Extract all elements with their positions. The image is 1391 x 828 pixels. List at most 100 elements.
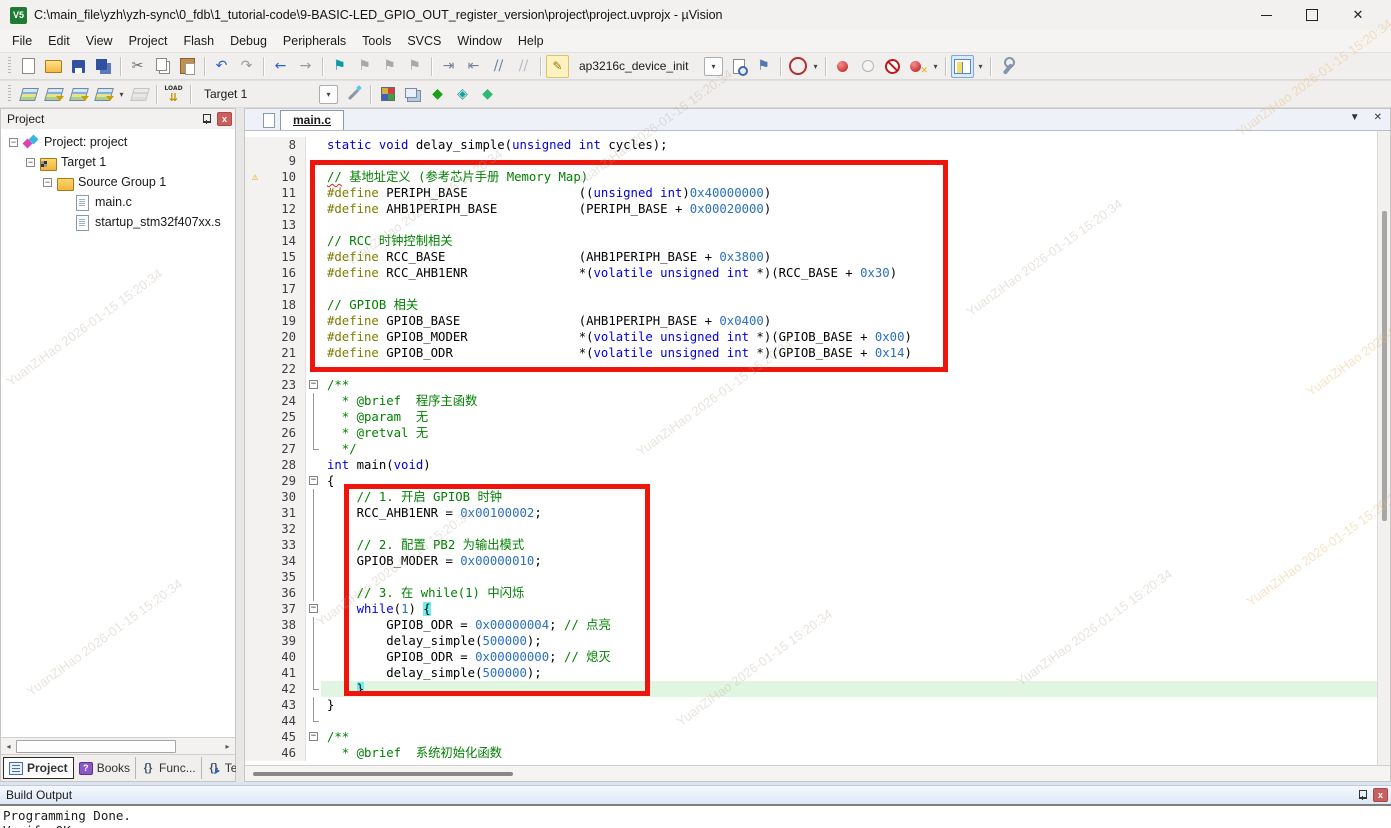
editor-hscroll-thumb[interactable] bbox=[253, 772, 513, 776]
tree-item-main-c[interactable]: main.c bbox=[1, 192, 235, 212]
code-line-39[interactable]: 39 delay_simple(500000); bbox=[245, 633, 1377, 649]
code-text[interactable]: delay_simple(500000); bbox=[321, 633, 1377, 649]
code-text[interactable]: #define GPIOB_ODR *(volatile unsigned in… bbox=[321, 345, 1377, 361]
dropdown-caret-icon[interactable]: ▾ bbox=[810, 56, 821, 77]
fold-margin[interactable]: − bbox=[305, 473, 321, 489]
manage-items-icon[interactable] bbox=[401, 83, 424, 106]
fold-margin[interactable]: − bbox=[305, 729, 321, 745]
code-text[interactable] bbox=[321, 153, 1377, 169]
fold-collapse-icon[interactable]: − bbox=[309, 380, 318, 389]
bookmark-prev-icon[interactable]: ⚑ bbox=[353, 55, 376, 78]
breakpoint-disable-all-icon[interactable] bbox=[881, 55, 904, 78]
fold-collapse-icon[interactable]: − bbox=[309, 732, 318, 741]
target-select[interactable]: Target 1▾ bbox=[198, 84, 338, 104]
code-text[interactable]: static void delay_simple(unsigned int cy… bbox=[321, 137, 1377, 153]
code-text[interactable]: * @brief 程序主函数 bbox=[321, 393, 1377, 409]
stop-build-icon[interactable] bbox=[128, 83, 151, 106]
indent-icon[interactable]: ⇥ bbox=[437, 55, 460, 78]
function-search-value[interactable]: ap3216c_device_init bbox=[573, 59, 704, 73]
batch-build-icon[interactable] bbox=[92, 83, 115, 106]
forward-icon[interactable]: → bbox=[294, 55, 317, 78]
menu-help[interactable]: Help bbox=[510, 32, 552, 50]
code-line-32[interactable]: 32 bbox=[245, 521, 1377, 537]
back-icon[interactable]: ← bbox=[269, 55, 292, 78]
tree-expander-icon[interactable]: − bbox=[43, 178, 52, 187]
pack-installer-icon[interactable]: ◆ bbox=[426, 83, 449, 106]
project-panel-close-icon[interactable]: x bbox=[217, 112, 232, 126]
code-line-23[interactable]: 23−/** bbox=[245, 377, 1377, 393]
scroll-left-icon[interactable]: ◂ bbox=[1, 739, 16, 754]
build-output-close-icon[interactable]: x bbox=[1373, 788, 1388, 802]
code-line-35[interactable]: 35 bbox=[245, 569, 1377, 585]
menu-project[interactable]: Project bbox=[121, 32, 176, 50]
menu-file[interactable]: File bbox=[4, 32, 40, 50]
tab-close-icon[interactable]: ✕ bbox=[1374, 112, 1382, 123]
code-text[interactable]: * @retval 无 bbox=[321, 425, 1377, 441]
find-next-diamond-icon[interactable]: ◆ bbox=[476, 83, 499, 106]
code-line-8[interactable]: 8static void delay_simple(unsigned int c… bbox=[245, 137, 1377, 153]
code-text[interactable]: GPIOB_ODR = 0x00000004; // 点亮 bbox=[321, 617, 1377, 633]
code-text[interactable]: { bbox=[321, 473, 1377, 489]
code-text[interactable]: GPIOB_MODER = 0x00000010; bbox=[321, 553, 1377, 569]
dropdown-caret-icon[interactable]: ▾ bbox=[975, 56, 986, 77]
code-text[interactable] bbox=[321, 521, 1377, 537]
code-text[interactable]: #define RCC_AHB1ENR *(volatile unsigned … bbox=[321, 265, 1377, 281]
saveall-icon[interactable] bbox=[92, 55, 115, 78]
code-line-36[interactable]: 36 // 3. 在 while(1) 中闪烁 bbox=[245, 585, 1377, 601]
function-search[interactable]: ap3216c_device_init▾ bbox=[573, 56, 723, 76]
menu-debug[interactable]: Debug bbox=[222, 32, 275, 50]
tree-item-source-group-1[interactable]: −Source Group 1 bbox=[1, 172, 235, 192]
code-line-31[interactable]: 31 RCC_AHB1ENR = 0x00100002; bbox=[245, 505, 1377, 521]
code-text[interactable]: #define GPIOB_BASE (AHB1PERIPH_BASE + 0x… bbox=[321, 313, 1377, 329]
code-line-28[interactable]: 28int main(void) bbox=[245, 457, 1377, 473]
code-text[interactable]: } bbox=[321, 697, 1377, 713]
new-icon[interactable] bbox=[17, 55, 40, 78]
code-line-20[interactable]: 20#define GPIOB_MODER *(volatile unsigne… bbox=[245, 329, 1377, 345]
code-text[interactable]: #define PERIPH_BASE ((unsigned int)0x400… bbox=[321, 185, 1377, 201]
goto-flag-icon[interactable]: ⚑ bbox=[752, 55, 775, 78]
code-text[interactable]: * @brief 系统初始化函数 bbox=[321, 745, 1377, 761]
workspace-tab-books[interactable]: ?Books bbox=[74, 757, 136, 779]
code-line-11[interactable]: 11#define PERIPH_BASE ((unsigned int)0x4… bbox=[245, 185, 1377, 201]
code-text[interactable] bbox=[321, 713, 1377, 729]
code-line-33[interactable]: 33 // 2. 配置 PB2 为输出模式 bbox=[245, 537, 1377, 553]
code-line-26[interactable]: 26 * @retval 无 bbox=[245, 425, 1377, 441]
cut-icon[interactable]: ✂ bbox=[126, 55, 149, 78]
code-line-22[interactable]: 22 bbox=[245, 361, 1377, 377]
workspace-tab-project[interactable]: Project bbox=[3, 757, 74, 779]
code-text[interactable]: // 2. 配置 PB2 为输出模式 bbox=[321, 537, 1377, 553]
code-line-40[interactable]: 40 GPIOB_ODR = 0x00000000; // 熄灭 bbox=[245, 649, 1377, 665]
code-line-27[interactable]: 27 */ bbox=[245, 441, 1377, 457]
menu-flash[interactable]: Flash bbox=[175, 32, 222, 50]
manage-rte-icon[interactable] bbox=[376, 83, 399, 106]
workspace-tab-func[interactable]: {}Func... bbox=[136, 757, 202, 779]
tree-item-project-project[interactable]: −Project: project bbox=[1, 132, 235, 152]
code-text[interactable]: #define RCC_BASE (AHB1PERIPH_BASE + 0x38… bbox=[321, 249, 1377, 265]
pin-icon[interactable] bbox=[200, 112, 214, 126]
outdent-icon[interactable]: ⇤ bbox=[462, 55, 485, 78]
menu-window[interactable]: Window bbox=[449, 32, 509, 50]
build-icon[interactable] bbox=[42, 83, 65, 106]
menu-view[interactable]: View bbox=[78, 32, 121, 50]
code-line-29[interactable]: 29−{ bbox=[245, 473, 1377, 489]
project-hscroll-track[interactable] bbox=[16, 739, 220, 754]
tree-expander-icon[interactable]: − bbox=[26, 158, 35, 167]
code-line-42[interactable]: 42 } bbox=[245, 681, 1377, 697]
project-hscroll-thumb[interactable] bbox=[16, 740, 176, 753]
code-line-24[interactable]: 24 * @brief 程序主函数 bbox=[245, 393, 1377, 409]
dropdown-caret-icon[interactable]: ▾ bbox=[930, 56, 941, 77]
code-line-18[interactable]: 18// GPIOB 相关 bbox=[245, 297, 1377, 313]
code-line-21[interactable]: 21#define GPIOB_ODR *(volatile unsigned … bbox=[245, 345, 1377, 361]
tab-list-chevron-icon[interactable]: ▼ bbox=[1350, 112, 1360, 123]
target-select-value[interactable]: Target 1 bbox=[198, 87, 319, 101]
code-text[interactable]: int main(void) bbox=[321, 457, 1377, 473]
comment-icon[interactable]: // bbox=[487, 55, 510, 78]
paste-icon[interactable] bbox=[176, 55, 199, 78]
uncomment-icon[interactable]: // bbox=[512, 55, 535, 78]
code-text[interactable]: /** bbox=[321, 729, 1377, 745]
code-text[interactable]: // 3. 在 while(1) 中闪烁 bbox=[321, 585, 1377, 601]
tab-main-c[interactable]: main.c bbox=[280, 110, 344, 130]
fold-margin[interactable]: − bbox=[305, 377, 321, 393]
code-line-44[interactable]: 44 bbox=[245, 713, 1377, 729]
window-layout-icon[interactable] bbox=[951, 55, 974, 78]
